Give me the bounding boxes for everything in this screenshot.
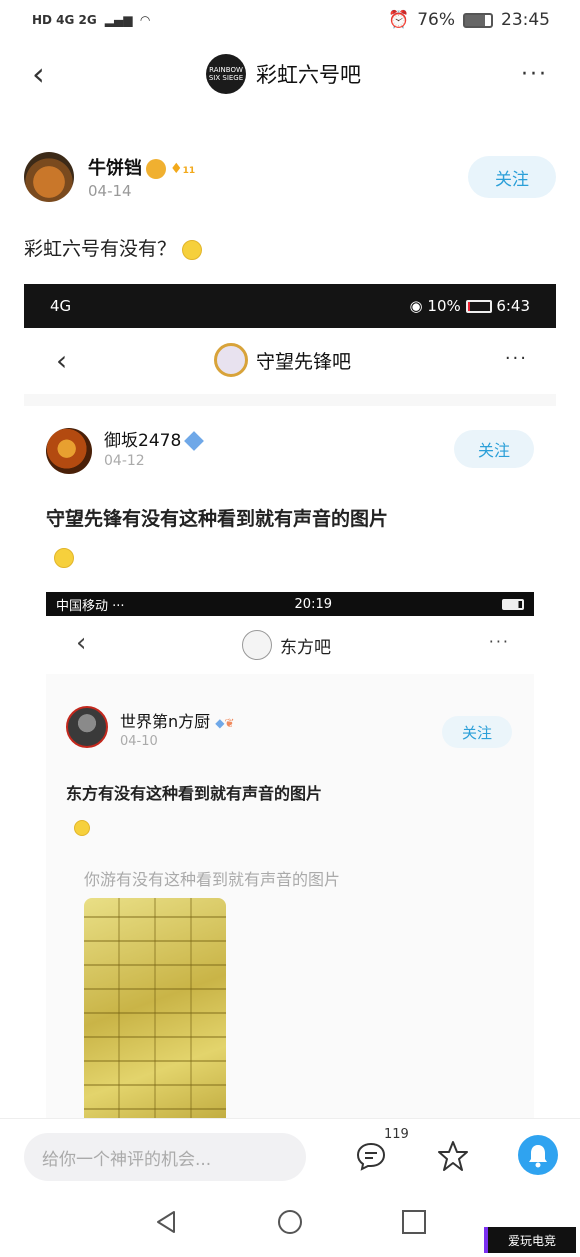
overwatch-logo	[214, 343, 248, 377]
nested-forum-title: 东方吧	[280, 637, 331, 658]
avatar[interactable]	[24, 152, 74, 202]
alarm-icon: ⏰	[388, 10, 410, 30]
back-button[interactable]: ‹	[32, 58, 62, 90]
nested-carrier: 中国移动 ···	[56, 598, 125, 614]
nested-date: 04-10	[120, 734, 158, 749]
embedded-forum-title: 守望先锋吧	[256, 350, 352, 373]
forum-logo: RAINBOW SIX SIEGE	[206, 54, 246, 94]
wifi-icon: ◠	[140, 13, 150, 27]
notification-bell-button[interactable]	[518, 1135, 558, 1175]
embedded-post: 御坂2478 04-12 关注 守望先锋有没有这种看到就有声音的图片 中国移动 …	[24, 406, 556, 1124]
embedded-more-icon: ···	[504, 348, 528, 369]
smile-emoji-icon	[182, 239, 203, 260]
embedded-avatar	[46, 428, 92, 474]
bell-icon	[529, 1145, 547, 1168]
battery-percent: 76%	[417, 10, 455, 30]
embedded-author-name: 御坂2478	[104, 431, 182, 451]
embedded-battery-percent: 10%	[427, 297, 461, 315]
touhou-logo	[242, 630, 272, 660]
top-nav: ‹ RAINBOW SIX SIEGE 彩虹六号吧 ···	[0, 48, 580, 104]
post-body: 彩虹六号有没有？	[24, 234, 203, 261]
forum-header[interactable]: RAINBOW SIX SIEGE 彩虹六号吧	[206, 54, 361, 94]
author-name: 牛饼铛	[88, 158, 142, 179]
nested-battery-icon	[502, 598, 524, 610]
nested-smile-emoji-icon	[74, 820, 90, 836]
nested-author-name: 世界第n方厨	[120, 712, 211, 731]
author-name-row[interactable]: 牛饼铛 ♦11	[88, 154, 195, 180]
embedded-battery-icon	[465, 300, 492, 313]
embedded-status-right: ◉ 10% 6:43	[410, 297, 530, 315]
comment-bar: 给你一个神评的机会... 119	[0, 1118, 580, 1192]
embedded-nav: ‹ 守望先锋吧 ···	[24, 328, 556, 394]
embedded-clock: 6:43	[496, 297, 530, 315]
network-label: HD 4G 2G	[32, 13, 97, 27]
nested-author-row: 世界第n方厨 ◆❦	[120, 708, 235, 732]
watermark-logo: 爱玩电竞	[484, 1227, 576, 1253]
level-number: 11	[182, 166, 196, 176]
nested-forum-header: 东方吧	[242, 630, 331, 660]
level-badge: ♦11	[170, 161, 196, 177]
clock: 23:45	[501, 10, 550, 30]
embedded-back-icon: ‹	[56, 344, 68, 377]
vip-diamond-icon	[184, 431, 205, 451]
status-right: ⏰ 76% 23:45	[388, 10, 550, 30]
embedded-status-bar: 4G ◉ 10% 6:43	[24, 284, 556, 328]
nested-more-icon: ···	[488, 632, 510, 651]
signal-icon: ▂▄▆	[104, 13, 133, 27]
nav-back-icon[interactable]	[152, 1208, 180, 1236]
nested-back-icon: ‹	[76, 628, 87, 658]
nested-avatar	[66, 706, 108, 748]
system-nav-bar: 爱玩电竞	[0, 1192, 580, 1257]
gold-brick-image	[84, 898, 226, 1124]
post-date: 04-14	[88, 182, 132, 200]
comment-count: 119	[384, 1127, 409, 1142]
embedded-post-text: 守望先锋有没有这种看到就有声音的图片	[46, 508, 389, 530]
forum-title: 彩虹六号吧	[256, 63, 361, 87]
embedded-forum-header: 守望先锋吧	[214, 343, 351, 377]
more-menu-button[interactable]: ···	[521, 62, 548, 87]
post-text: 彩虹六号有没有？	[24, 238, 177, 260]
embedded-smile-emoji-icon	[54, 548, 74, 568]
nested-image-caption: 你游有没有这种看到就有声音的图片	[84, 870, 341, 889]
nav-recents-icon[interactable]	[400, 1208, 428, 1236]
embedded-date: 04-12	[104, 453, 145, 469]
post-author: 牛饼铛 ♦11 04-14 关注	[24, 152, 556, 206]
post-image[interactable]: 4G ◉ 10% 6:43 ‹ 守望先锋吧 ··· 御坂2478 04-12 关…	[24, 284, 556, 1124]
nested-nav: ‹ 东方吧 ···	[46, 616, 534, 674]
nested-status-bar: 中国移动 ··· 20:19	[46, 592, 534, 616]
nested-post-image: 中国移动 ··· 20:19 ‹ 东方吧 ··· 世界第n方厨 ◆❦ 04-10…	[46, 592, 534, 1124]
nested-clock: 20:19	[294, 596, 332, 612]
network-indicators: HD 4G 2G ▂▄▆ ◠	[32, 13, 150, 27]
lungs-icon: ❦	[224, 716, 235, 730]
embedded-follow-button: 关注	[454, 430, 534, 468]
nested-follow-button: 关注	[442, 716, 512, 748]
follow-button[interactable]: 关注	[468, 156, 556, 198]
comment-input[interactable]: 给你一个神评的机会...	[24, 1133, 306, 1181]
star-icon[interactable]	[436, 1139, 470, 1173]
battery-icon	[463, 12, 493, 28]
nested-post-text: 东方有没有这种看到就有声音的图片	[66, 784, 323, 803]
eye-icon: ◉	[409, 297, 423, 315]
embedded-author-row: 御坂2478	[104, 426, 205, 451]
comment-icon[interactable]	[354, 1139, 388, 1173]
status-bar: HD 4G 2G ▂▄▆ ◠ ⏰ 76% 23:45	[0, 0, 580, 40]
embedded-network: 4G	[50, 297, 72, 315]
nav-home-icon[interactable]	[276, 1208, 304, 1236]
cookie-icon	[146, 159, 166, 179]
